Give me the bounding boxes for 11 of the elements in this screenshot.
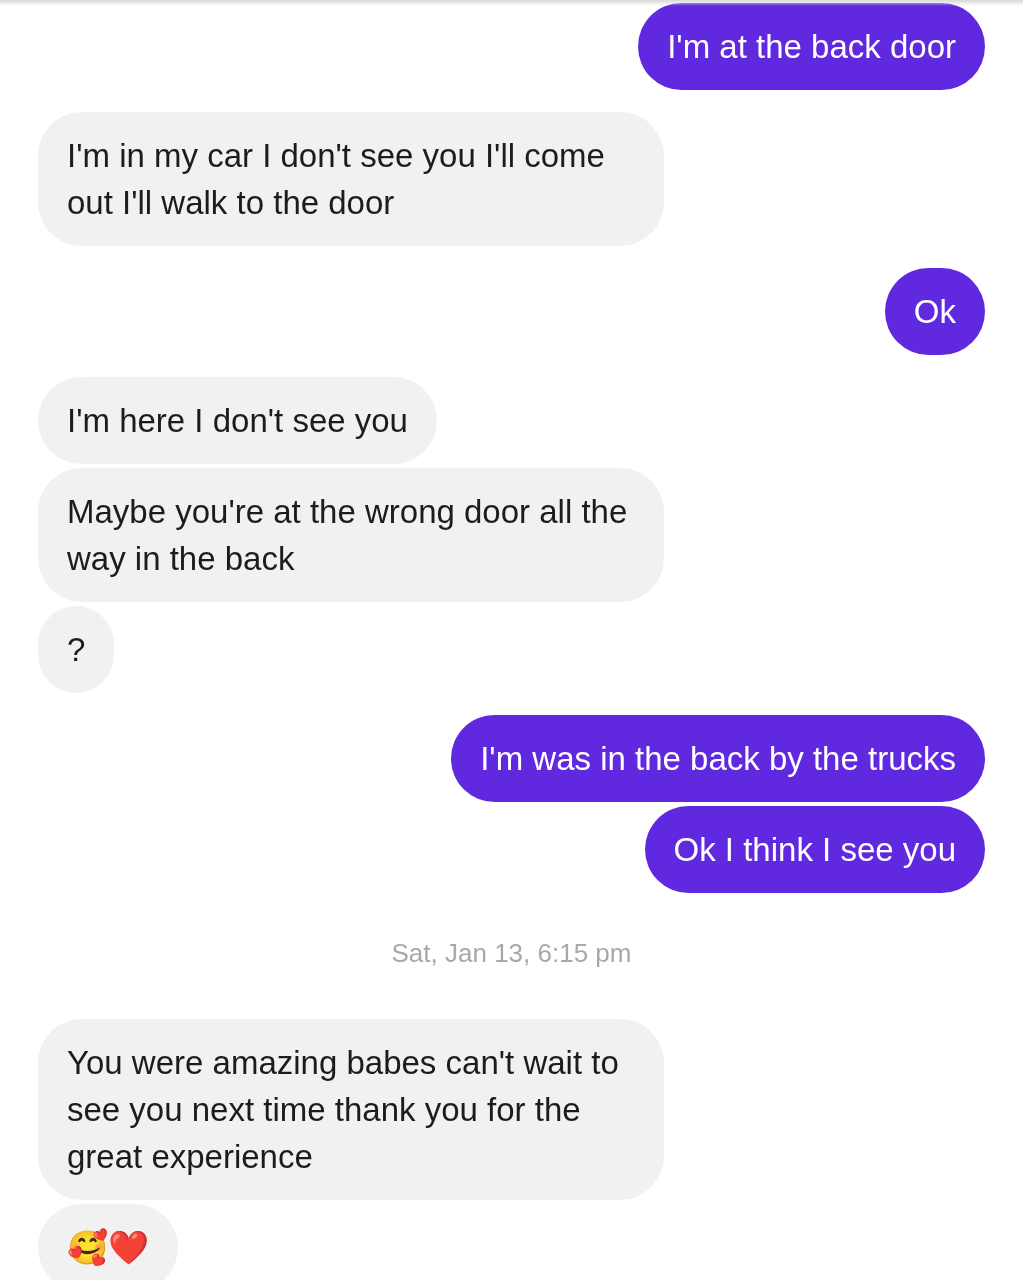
sent-message: I'm was in the back by the trucks: [451, 715, 985, 802]
received-message: I'm in my car I don't see you I'll come out I'll walk to the door: [38, 112, 664, 246]
received-message: Maybe you're at the wrong door all the way in the back: [38, 468, 664, 602]
received-message: You were amazing babes can't wait to see you next time thank you for the great experience: [38, 1019, 664, 1200]
sent-message: Ok I think I see you: [644, 806, 985, 893]
timestamp: Sat, Jan 13, 6:15 pm: [391, 937, 632, 969]
sent-message: I'm at the back door: [638, 3, 985, 90]
received-message: 🥰❤: [38, 1204, 178, 1280]
received-message: I'm here I don't see you: [38, 377, 437, 464]
sent-message: Ok: [884, 268, 985, 355]
received-message: ?: [38, 606, 115, 693]
